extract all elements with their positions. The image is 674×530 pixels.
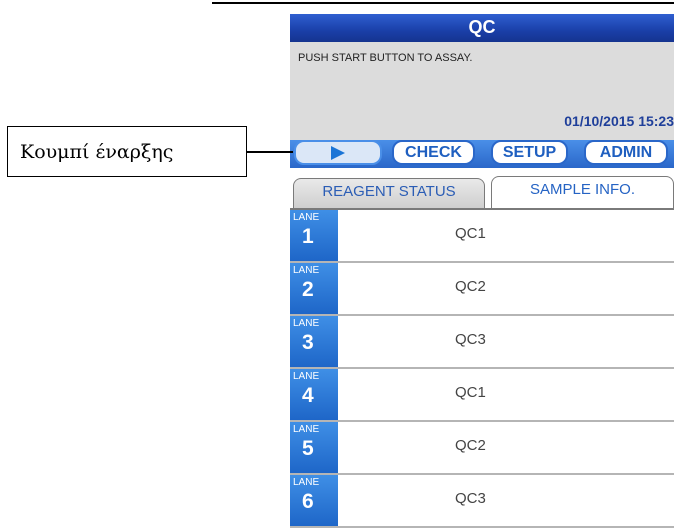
lane-tag: LANE 3 — [290, 316, 338, 367]
lane-number: 2 — [302, 278, 314, 301]
top-border-line — [212, 2, 674, 4]
tab-reagent-status[interactable]: REAGENT STATUS — [293, 178, 485, 208]
lane-number: 5 — [302, 437, 314, 460]
play-icon — [331, 146, 345, 160]
lane-word: LANE — [293, 212, 320, 223]
lane-sample-name: QC1 — [455, 225, 486, 242]
screen-title: QC — [468, 17, 496, 37]
lane-sample-name: QC2 — [455, 278, 486, 295]
message-area: PUSH START BUTTON TO ASSAY. 01/10/2015 1… — [290, 42, 674, 140]
tab-sample-info[interactable]: SAMPLE INFO. — [491, 176, 674, 208]
device-screen: QC PUSH START BUTTON TO ASSAY. 01/10/201… — [290, 14, 674, 530]
callout-connector-line — [247, 151, 293, 153]
tab-bar: REAGENT STATUS SAMPLE INFO. — [290, 168, 674, 208]
lane-row[interactable]: LANE 4 QC1 — [290, 369, 674, 422]
lane-tag: LANE 5 — [290, 422, 338, 473]
lane-row[interactable]: LANE 5 QC2 — [290, 422, 674, 475]
status-message: PUSH START BUTTON TO ASSAY. — [298, 52, 473, 64]
lane-tag: LANE 4 — [290, 369, 338, 420]
lane-sample-name: QC1 — [455, 384, 486, 401]
lane-sample-name: QC2 — [455, 437, 486, 454]
lane-row[interactable]: LANE 6 QC3 — [290, 475, 674, 528]
title-bar: QC — [290, 14, 674, 42]
toolbar: CHECK SETUP ADMIN — [290, 140, 674, 168]
date-time: 01/10/2015 15:23 — [564, 113, 674, 129]
lane-word: LANE — [293, 424, 320, 435]
check-button[interactable]: CHECK — [392, 140, 475, 165]
lane-row[interactable]: LANE 2 QC2 — [290, 263, 674, 316]
lane-word: LANE — [293, 265, 320, 276]
lane-tag: LANE 1 — [290, 210, 338, 261]
lane-number: 3 — [302, 331, 314, 354]
lane-sample-name: QC3 — [455, 331, 486, 348]
lane-sample-name: QC3 — [455, 490, 486, 507]
lane-tag: LANE 6 — [290, 475, 338, 526]
lane-list: LANE 1 QC1 LANE 2 QC2 LANE 3 QC3 LANE 4 … — [290, 210, 674, 528]
admin-button[interactable]: ADMIN — [584, 140, 668, 165]
lane-number: 4 — [302, 384, 314, 407]
lane-word: LANE — [293, 318, 320, 329]
setup-button[interactable]: SETUP — [491, 140, 568, 165]
lane-number: 6 — [302, 490, 314, 513]
lane-row[interactable]: LANE 3 QC3 — [290, 316, 674, 369]
start-button[interactable] — [294, 140, 382, 165]
lane-tag: LANE 2 — [290, 263, 338, 314]
lane-word: LANE — [293, 477, 320, 488]
lane-number: 1 — [302, 225, 314, 248]
start-button-callout: Κουμπί έναρξης — [7, 126, 247, 177]
callout-label: Κουμπί έναρξης — [20, 141, 174, 163]
lane-row[interactable]: LANE 1 QC1 — [290, 210, 674, 263]
lane-word: LANE — [293, 371, 320, 382]
